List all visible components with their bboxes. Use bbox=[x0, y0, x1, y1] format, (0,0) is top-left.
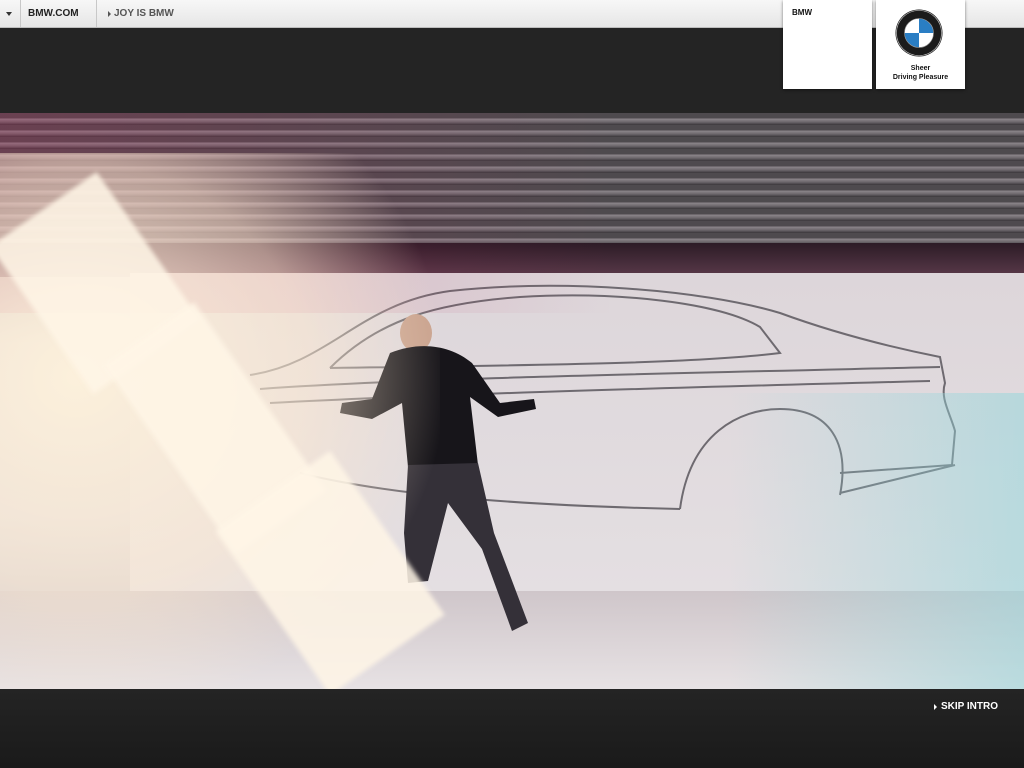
triangle-right-icon bbox=[108, 11, 111, 17]
triangle-right-icon bbox=[933, 704, 937, 710]
intro-video[interactable] bbox=[0, 113, 1024, 689]
menu-toggle-button[interactable] bbox=[0, 0, 21, 27]
footer-band: SKIP INTRO bbox=[0, 689, 1024, 768]
bmw-roundel-logo-icon bbox=[895, 9, 943, 57]
teal-light-leak bbox=[730, 393, 1024, 689]
bmw-com-link[interactable]: BMW.COM bbox=[20, 0, 97, 27]
skip-intro-label: SKIP INTRO bbox=[940, 701, 998, 712]
joy-is-bmw-label: JOY IS BMW bbox=[114, 8, 174, 19]
bmw-logo-tile[interactable]: Sheer Driving Pleasure bbox=[876, 0, 965, 89]
joy-is-bmw-link[interactable]: JOY IS BMW bbox=[97, 0, 174, 27]
tagline-line-1: Sheer bbox=[910, 65, 931, 72]
triangle-down-icon bbox=[6, 12, 12, 16]
skip-intro-button[interactable]: SKIP INTRO bbox=[933, 701, 998, 712]
brand-tagline: Sheer Driving Pleasure bbox=[876, 64, 965, 82]
brand-name: BMW bbox=[792, 8, 812, 17]
tagline-line-2: Driving Pleasure bbox=[892, 74, 949, 81]
bmw-brand-tile: BMW bbox=[783, 0, 872, 89]
